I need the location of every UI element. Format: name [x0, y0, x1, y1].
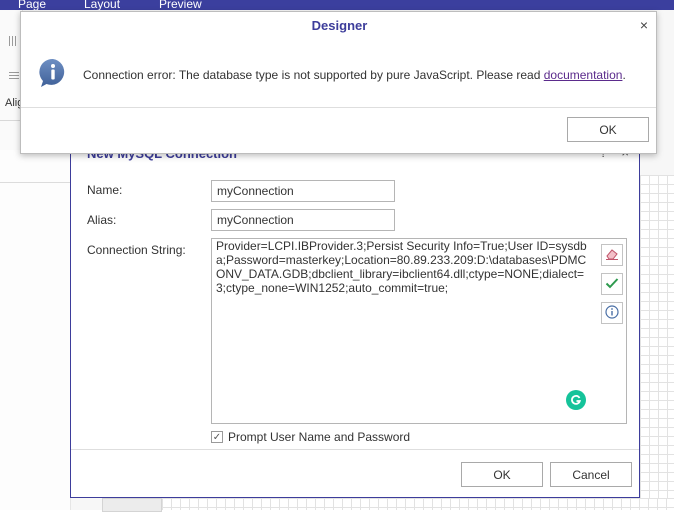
menu-bar: Page Layout Preview	[0, 0, 674, 10]
clear-connection-string-button[interactable]	[601, 244, 623, 266]
ribbon-tool-icon[interactable]	[15, 36, 16, 46]
design-canvas[interactable]	[640, 175, 674, 510]
dialog-footer-divider	[71, 449, 639, 450]
ribbon-divider	[0, 120, 22, 121]
error-dialog: Designer × Connection error: The databas…	[20, 11, 657, 154]
connection-info-button[interactable]	[601, 302, 623, 324]
error-message: Connection error: The database type is n…	[83, 68, 626, 82]
test-connection-button[interactable]	[601, 273, 623, 295]
info-icon	[605, 304, 619, 322]
connection-ok-button[interactable]: OK	[461, 462, 543, 487]
documentation-link[interactable]: documentation	[544, 68, 623, 82]
close-icon[interactable]: ×	[640, 17, 648, 33]
name-label: Name:	[87, 183, 123, 197]
connection-dialog: New MySQL Connection ? × Name: Alias: Co…	[70, 138, 640, 498]
menu-item-page[interactable]: Page	[18, 0, 46, 10]
alias-input[interactable]	[211, 209, 395, 231]
error-message-row: Connection error: The database type is n…	[37, 57, 626, 92]
error-ok-button[interactable]: OK	[567, 117, 649, 142]
ribbon-align-icon[interactable]	[9, 78, 19, 79]
prompt-credentials-row[interactable]: ✓ Prompt User Name and Password	[211, 430, 410, 444]
ribbon-align-icon[interactable]	[9, 75, 19, 76]
menu-item-preview[interactable]: Preview	[159, 0, 202, 10]
left-panel	[0, 150, 71, 510]
prompt-credentials-checkbox[interactable]: ✓	[211, 431, 223, 443]
panel-divider	[0, 182, 70, 183]
alias-label: Alias:	[87, 213, 117, 227]
ribbon-tool-icon[interactable]	[9, 36, 10, 46]
error-dialog-title: Designer	[311, 18, 368, 33]
connection-string-value[interactable]: Provider=LCPI.IBProvider.3;Persist Secur…	[216, 239, 594, 295]
error-footer-divider	[21, 107, 656, 108]
connection-string-textarea[interactable]: Provider=LCPI.IBProvider.3;Persist Secur…	[211, 238, 627, 424]
checkmark-icon	[605, 277, 619, 292]
ribbon-align-icon[interactable]	[9, 72, 19, 73]
design-canvas-bottom[interactable]	[162, 498, 674, 510]
menu-item-layout[interactable]: Layout	[84, 0, 120, 10]
error-message-text: Connection error: The database type is n…	[83, 67, 544, 82]
ribbon-tool-icon[interactable]	[12, 36, 13, 46]
prompt-credentials-label[interactable]: Prompt User Name and Password	[228, 430, 410, 444]
eraser-icon	[605, 248, 619, 263]
error-message-end: .	[622, 67, 626, 82]
name-input[interactable]	[211, 180, 395, 202]
connection-string-label: Connection String:	[87, 243, 186, 257]
connection-cancel-button[interactable]: Cancel	[550, 462, 632, 487]
grammarly-icon[interactable]	[566, 390, 586, 410]
info-bubble-icon	[37, 57, 69, 92]
